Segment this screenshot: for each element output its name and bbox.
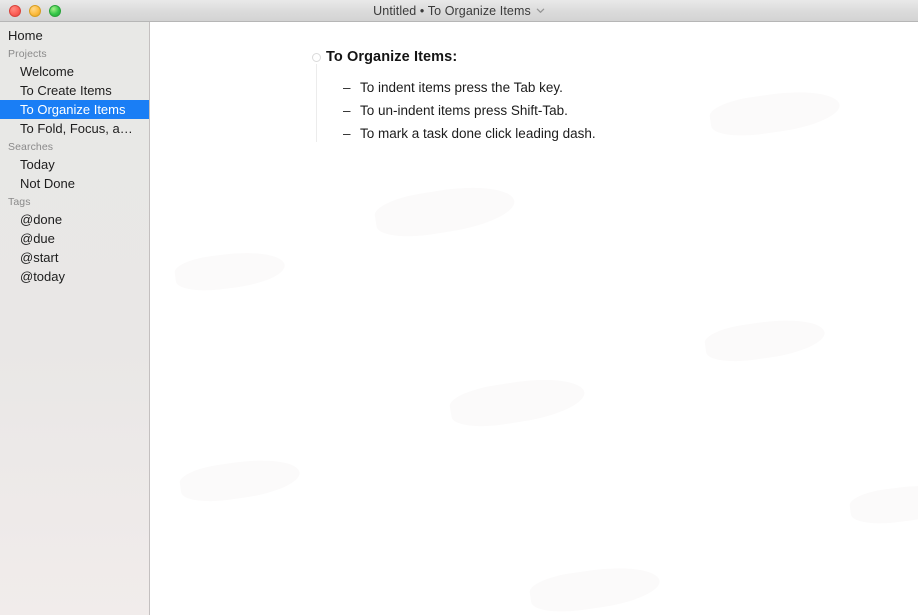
outline-children: – To indent items press the Tab key. – T…	[343, 76, 918, 145]
sidebar-item-to-fold-focus[interactable]: To Fold, Focus, a…	[0, 119, 149, 138]
leading-dash-icon[interactable]: –	[343, 99, 360, 122]
title-center-region: Untitled • To Organize Items	[0, 0, 918, 21]
title-bar[interactable]: Untitled • To Organize Items	[0, 0, 918, 22]
background-watermark	[178, 453, 302, 507]
outline-item-text: To un-indent items press Shift-Tab.	[360, 103, 568, 118]
app-window: Untitled • To Organize Items Home Projec…	[0, 0, 918, 615]
sidebar-section-header-tags: Tags	[8, 196, 31, 208]
close-button[interactable]	[9, 4, 21, 17]
outline-item[interactable]: – To indent items press the Tab key.	[343, 76, 918, 99]
leading-dash-icon[interactable]: –	[343, 122, 360, 145]
sidebar-item-home[interactable]: Home	[0, 26, 149, 45]
outline-item[interactable]: – To mark a task done click leading dash…	[343, 122, 918, 145]
sidebar-item-tag-done[interactable]: @done	[0, 210, 149, 229]
outline-root: To Organize Items: – To indent items pre…	[150, 22, 918, 142]
outline-heading[interactable]: To Organize Items:	[326, 49, 457, 65]
sidebar-item-to-create-items[interactable]: To Create Items	[0, 81, 149, 100]
chevron-down-icon[interactable]	[536, 6, 545, 15]
sidebar-item-to-organize-items[interactable]: To Organize Items	[0, 100, 149, 119]
leading-dash-icon[interactable]: –	[343, 76, 360, 99]
outline-item[interactable]: – To un-indent items press Shift-Tab.	[343, 99, 918, 122]
background-watermark	[447, 371, 588, 433]
sidebar-section-header-projects: Projects	[8, 48, 47, 60]
background-watermark	[372, 179, 518, 243]
sidebar-section-header-searches: Searches	[8, 141, 54, 153]
outline-editor[interactable]: To Organize Items: – To indent items pre…	[150, 22, 918, 615]
sidebar-item-today[interactable]: Today	[0, 155, 149, 174]
outline-guide-line	[316, 64, 317, 142]
sidebar-item-welcome[interactable]: Welcome	[0, 62, 149, 81]
sidebar: Home Projects Welcome To Create Items To…	[0, 22, 150, 615]
document-title-group[interactable]: Untitled • To Organize Items	[373, 4, 545, 18]
sidebar-item-tag-due[interactable]: @due	[0, 229, 149, 248]
background-watermark	[848, 480, 918, 528]
background-watermark	[703, 313, 827, 367]
window-body: Home Projects Welcome To Create Items To…	[0, 22, 918, 615]
outline-item-text: To indent items press the Tab key.	[360, 80, 563, 95]
outline-item-text: To mark a task done click leading dash.	[360, 126, 596, 141]
background-watermark	[173, 247, 287, 295]
traffic-light-group	[0, 4, 61, 17]
minimize-button[interactable]	[29, 4, 41, 17]
sidebar-item-not-done[interactable]: Not Done	[0, 174, 149, 193]
window-title: Untitled • To Organize Items	[373, 3, 531, 18]
sidebar-item-tag-start[interactable]: @start	[0, 248, 149, 267]
zoom-button[interactable]	[49, 4, 61, 17]
background-watermark	[527, 561, 663, 615]
sidebar-item-tag-today[interactable]: @today	[0, 267, 149, 286]
outline-row-handle[interactable]	[312, 53, 321, 62]
